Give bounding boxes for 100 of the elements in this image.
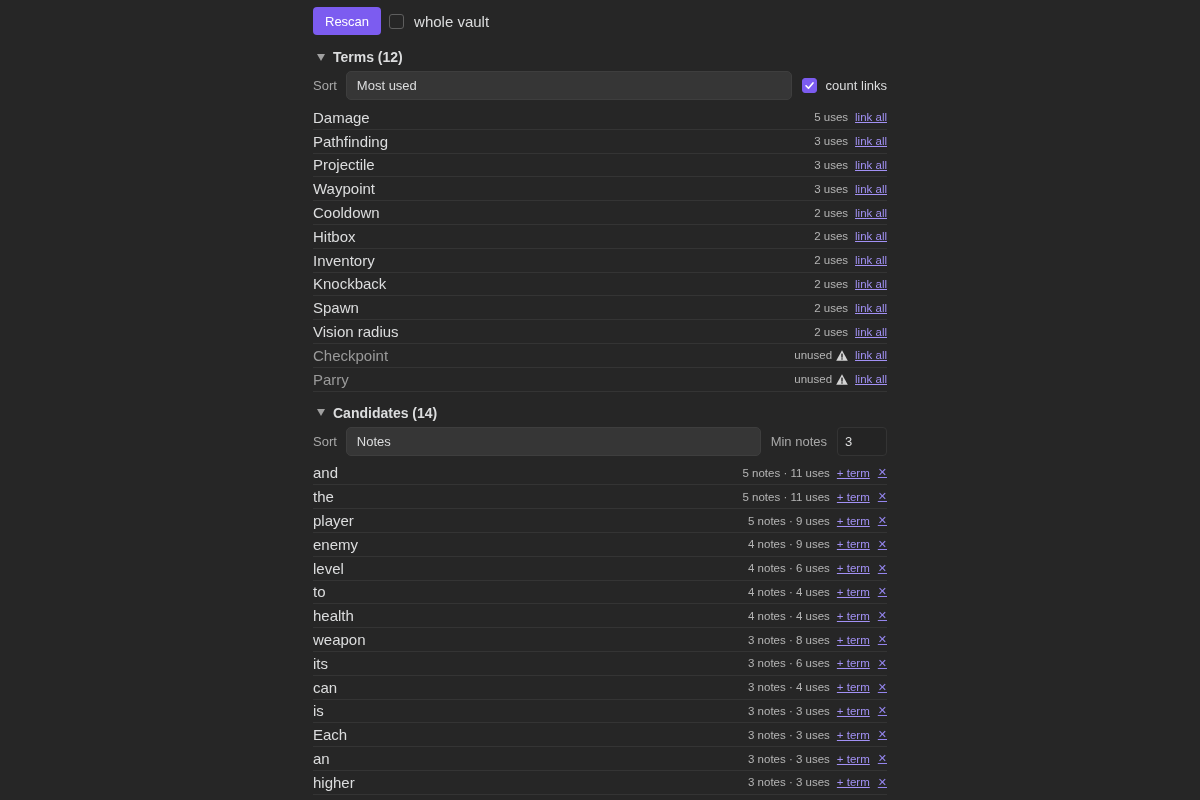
term-name: Damage	[313, 108, 370, 126]
term-name: Vision radius	[313, 323, 399, 341]
link-all-link[interactable]: link all	[855, 373, 887, 386]
candidate-word: level	[313, 559, 344, 577]
term-name: Inventory	[313, 251, 375, 269]
checkbox[interactable]	[801, 78, 817, 93]
dismiss-button[interactable]: ✕	[877, 776, 887, 788]
term-name: Hitbox	[313, 227, 356, 245]
dismiss-button[interactable]: ✕	[877, 467, 887, 479]
add-term-link[interactable]: + term	[836, 609, 870, 622]
usage-count: 3 uses	[814, 135, 849, 148]
dismiss-button[interactable]: ✕	[877, 753, 887, 764]
usage-count: 2 uses	[814, 325, 849, 338]
candidate-word: and	[313, 464, 339, 482]
add-term-link[interactable]: + term	[836, 704, 870, 717]
candidate-stats: 5 notes · 11 uses	[742, 490, 830, 503]
add-term-link[interactable]: + term	[836, 633, 870, 646]
usage-count: 2 uses	[814, 254, 849, 267]
term-name: Pathfinding	[313, 132, 389, 150]
candidate-word: higher	[313, 773, 355, 791]
dismiss-button[interactable]: ✕	[877, 538, 887, 550]
add-term-link[interactable]: + term	[836, 538, 870, 551]
link-all-link[interactable]: link all	[855, 135, 887, 148]
link-all-link[interactable]: link all	[855, 230, 887, 243]
candidate-word: can	[313, 678, 338, 696]
link-all-link[interactable]: link all	[855, 254, 887, 267]
candidate-word: its	[313, 654, 328, 672]
candidate-stats: 3 notes · 3 uses	[748, 776, 830, 789]
usage-count: unused	[794, 373, 833, 386]
link-all-link[interactable]: link all	[855, 182, 887, 195]
add-term-link[interactable]: + term	[836, 657, 870, 670]
dismiss-button[interactable]: ✕	[877, 705, 887, 717]
dismiss-button[interactable]: ✕	[877, 681, 887, 693]
term-name: Knockback	[313, 275, 387, 293]
term-name: Waypoint	[313, 180, 375, 198]
candidate-stats: 4 notes · 9 uses	[748, 538, 830, 551]
link-all-link[interactable]: link all	[855, 206, 887, 219]
candidate-word: an	[313, 750, 330, 767]
add-term-link[interactable]: + term	[836, 514, 870, 527]
add-term-link[interactable]: + term	[836, 752, 870, 765]
warning-icon	[836, 349, 849, 361]
sort-label: Sort	[313, 433, 337, 449]
link-all-link[interactable]: link all	[855, 349, 887, 362]
link-all-link[interactable]: link all	[855, 159, 887, 171]
dismiss-button[interactable]: ✕	[877, 729, 887, 741]
checkbox-label: whole vault	[414, 12, 490, 30]
candidate-stats: 5 notes · 9 uses	[748, 514, 830, 527]
sort-select[interactable]: Most used	[345, 71, 792, 100]
usage-count: 3 uses	[814, 159, 849, 171]
usage-count: 2 uses	[814, 277, 849, 290]
add-term-link[interactable]: + term	[836, 466, 870, 479]
min-notes-input[interactable]: 3	[837, 426, 887, 456]
dismiss-button[interactable]: ✕	[877, 610, 887, 622]
dismiss-button[interactable]: ✕	[877, 515, 887, 527]
min-notes-label: Min notes	[770, 433, 827, 449]
dismiss-button[interactable]: ✕	[877, 657, 887, 669]
checkbox[interactable]	[389, 13, 405, 29]
link-all-link[interactable]: link all	[855, 111, 887, 124]
add-term-link[interactable]: + term	[836, 490, 870, 503]
dismiss-button[interactable]: ✕	[877, 562, 887, 574]
add-term-link[interactable]: + term	[836, 681, 870, 694]
check-icon	[803, 80, 815, 91]
add-term-link[interactable]: + term	[836, 585, 870, 598]
caret-icon[interactable]	[317, 53, 325, 61]
section-title: Candidates (14)	[333, 404, 438, 421]
candidate-stats: 3 notes · 6 uses	[748, 657, 830, 670]
caret-icon[interactable]	[317, 409, 325, 417]
term-name: Checkpoint	[313, 346, 389, 364]
term-name: Projectile	[313, 156, 375, 174]
dismiss-button[interactable]: ✕	[877, 634, 887, 646]
link-all-link[interactable]: link all	[855, 277, 887, 290]
candidate-word: player	[313, 512, 354, 530]
candidate-word: the	[313, 488, 334, 506]
add-term-link[interactable]: + term	[836, 728, 870, 741]
candidate-stats: 3 notes · 3 uses	[748, 752, 830, 765]
sort-select[interactable]: Notes	[345, 426, 761, 456]
warning-icon	[836, 373, 849, 385]
term-name: Parry	[313, 370, 349, 388]
add-term-link[interactable]: + term	[836, 776, 870, 789]
dismiss-button[interactable]: ✕	[877, 491, 887, 503]
usage-count: 5 uses	[814, 111, 849, 124]
candidate-word: is	[313, 702, 324, 720]
add-term-link[interactable]: + term	[836, 562, 870, 575]
link-all-link[interactable]: link all	[855, 301, 887, 314]
rescan-button[interactable]: Rescan	[313, 7, 382, 35]
candidate-word: health	[313, 607, 354, 625]
link-all-link[interactable]: link all	[855, 325, 887, 338]
candidate-stats: 3 notes · 3 uses	[748, 704, 830, 717]
candidate-word: to	[313, 583, 326, 601]
term-name: Cooldown	[313, 204, 380, 222]
candidate-word: weapon	[313, 631, 366, 649]
dismiss-button[interactable]: ✕	[877, 586, 887, 598]
sort-label: Sort	[313, 78, 337, 93]
term-name: Spawn	[313, 299, 359, 317]
usage-count: 2 uses	[814, 301, 849, 314]
candidate-stats: 3 notes · 4 uses	[748, 681, 830, 694]
candidate-stats: 4 notes · 6 uses	[748, 562, 830, 575]
checkbox-label: count links	[825, 78, 887, 93]
usage-count: 2 uses	[814, 230, 849, 243]
candidate-stats: 5 notes · 11 uses	[742, 466, 830, 479]
